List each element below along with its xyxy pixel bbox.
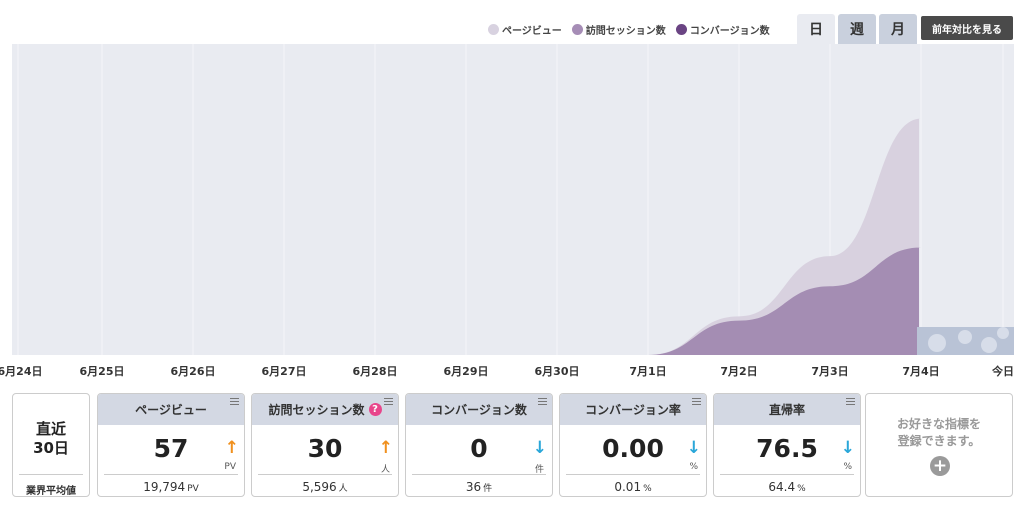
tab-day[interactable]: 日 [797, 14, 835, 44]
plus-icon[interactable]: + [930, 456, 950, 476]
legend-item-conversions[interactable]: コンバージョン数 [675, 22, 770, 37]
legend-item-pageview[interactable]: ページビュー [488, 22, 562, 37]
legend-label: ページビュー [502, 26, 562, 37]
average-value: 0.01 [614, 480, 642, 494]
average-value: 5,596 [302, 480, 337, 494]
card-industry-average: 19,794 PV [98, 480, 244, 494]
card-title-text: ページビュー [135, 403, 207, 417]
x-tick-label: 6月30日 [534, 365, 580, 378]
metric-card-conversion-rate: コンバージョン率 0.00 ↓% 0.01% [559, 393, 707, 497]
menu-icon[interactable] [230, 398, 239, 405]
legend-label: コンバージョン数 [689, 26, 770, 37]
card-value: 76.5 [756, 434, 818, 463]
card-unit: % [843, 462, 852, 472]
metric-card-sessions: 訪問セッション数? 30 ↑ 人 5,596 人 [251, 393, 399, 497]
trend-up-icon: ↑ [378, 438, 393, 458]
average-value: 64.4 [768, 480, 796, 494]
area-chart [17, 44, 1014, 355]
today-bubble [997, 327, 1009, 339]
card-title: ページビュー [98, 394, 244, 425]
x-tick-label: 7月1日 [629, 365, 667, 378]
card-industry-average: 64.4% [714, 480, 860, 494]
average-unit: % [643, 484, 652, 494]
x-tick-label: 6月25日 [79, 365, 125, 378]
average-unit: 人 [338, 484, 348, 494]
period-tabs: 日 週 月 [797, 14, 917, 44]
average-unit: PV [187, 484, 199, 494]
x-tick-label: 6月24日 [0, 365, 43, 378]
add-metric-card[interactable]: お好きな指標を 登録できます。 + [865, 393, 1013, 497]
metric-card-pageview: ページビュー 57 ↑ PV 19,794 PV [97, 393, 245, 497]
divider [258, 474, 392, 475]
today-bubble [958, 330, 972, 344]
card-unit: PV [224, 462, 236, 472]
x-tick-label: 6月26日 [170, 365, 216, 378]
divider [720, 474, 854, 475]
x-tick-label: 7月2日 [720, 365, 758, 378]
divider [19, 474, 83, 475]
trend-down-icon: ↓ [532, 438, 547, 458]
legend-dot-icon [675, 24, 687, 35]
legend-dot-icon [571, 24, 583, 35]
card-unit: % [689, 462, 698, 472]
tab-month[interactable]: 月 [879, 14, 917, 44]
card-title-text: 訪問セッション数 [268, 403, 365, 417]
menu-icon[interactable] [538, 398, 547, 405]
menu-icon[interactable] [846, 398, 855, 405]
divider [566, 474, 700, 475]
card-title-text: コンバージョン率 [585, 403, 681, 417]
x-tick-label: 6月28日 [352, 365, 398, 378]
trend-down-icon: ↓ [686, 438, 701, 458]
trend-up-icon: ↑ [224, 438, 239, 458]
metric-card-bounce-rate: 直帰率 76.5 ↓% 64.4% [713, 393, 861, 497]
card-value: 30 [307, 434, 343, 463]
card-value: 0 [470, 434, 488, 463]
card-industry-average: 5,596 人 [252, 480, 398, 494]
legend-dot-icon [488, 24, 499, 35]
card-title-text: 直帰率 [768, 403, 805, 417]
today-bubble [928, 334, 946, 352]
trend-down-icon: ↓ [840, 438, 855, 458]
chart-legend: ページビュー 訪問セッション数 コンバージョン数 [488, 22, 770, 37]
average-unit: 件 [483, 484, 493, 494]
card-title-text: コンバージョン数 [431, 403, 527, 417]
dashboard: ページビュー 訪問セッション数 コンバージョン数 日 週 月 前年対比を見る 6… [0, 0, 1024, 506]
x-tick-label: 7月3日 [811, 365, 849, 378]
average-value: 36 [465, 480, 482, 494]
x-tick-label: 今日 [992, 365, 1014, 378]
card-value: 57 [153, 434, 189, 463]
card-industry-average: 0.01% [560, 480, 706, 494]
menu-icon[interactable] [384, 398, 393, 405]
x-tick-label: 6月27日 [261, 365, 307, 378]
divider [104, 474, 238, 475]
card-value: 0.00 [602, 434, 664, 463]
help-icon[interactable]: ? [368, 403, 382, 416]
add-metric-text: お好きな指標を 登録できます。 [896, 417, 981, 448]
average-unit: % [797, 484, 806, 494]
legend-item-sessions[interactable]: 訪問セッション数 [571, 22, 666, 37]
card-title: 訪問セッション数? [252, 394, 398, 425]
card-title: コンバージョン率 [560, 394, 706, 425]
industry-average-label: 業界平均値 [26, 486, 76, 497]
legend-label: 訪問セッション数 [585, 26, 666, 37]
metric-card-conversions: コンバージョン数 0 ↓ 件 36 件 [405, 393, 553, 497]
x-tick-label: 7月4日 [902, 365, 940, 378]
chart-area [12, 44, 1014, 355]
x-tick-label: 6月29日 [443, 365, 489, 378]
tab-week[interactable]: 週 [838, 14, 876, 44]
menu-icon[interactable] [692, 398, 701, 405]
recent-period-box: 直近 30日 業界平均値 [12, 393, 90, 497]
card-industry-average: 36 件 [406, 480, 552, 494]
divider [412, 474, 546, 475]
year-over-year-button[interactable]: 前年対比を見る [921, 16, 1013, 40]
card-title: コンバージョン数 [406, 394, 552, 425]
card-title: 直帰率 [714, 394, 860, 425]
recent-period-title: 直近 30日 [33, 420, 69, 457]
today-bubble [981, 337, 997, 353]
average-value: 19,794 [143, 480, 186, 494]
